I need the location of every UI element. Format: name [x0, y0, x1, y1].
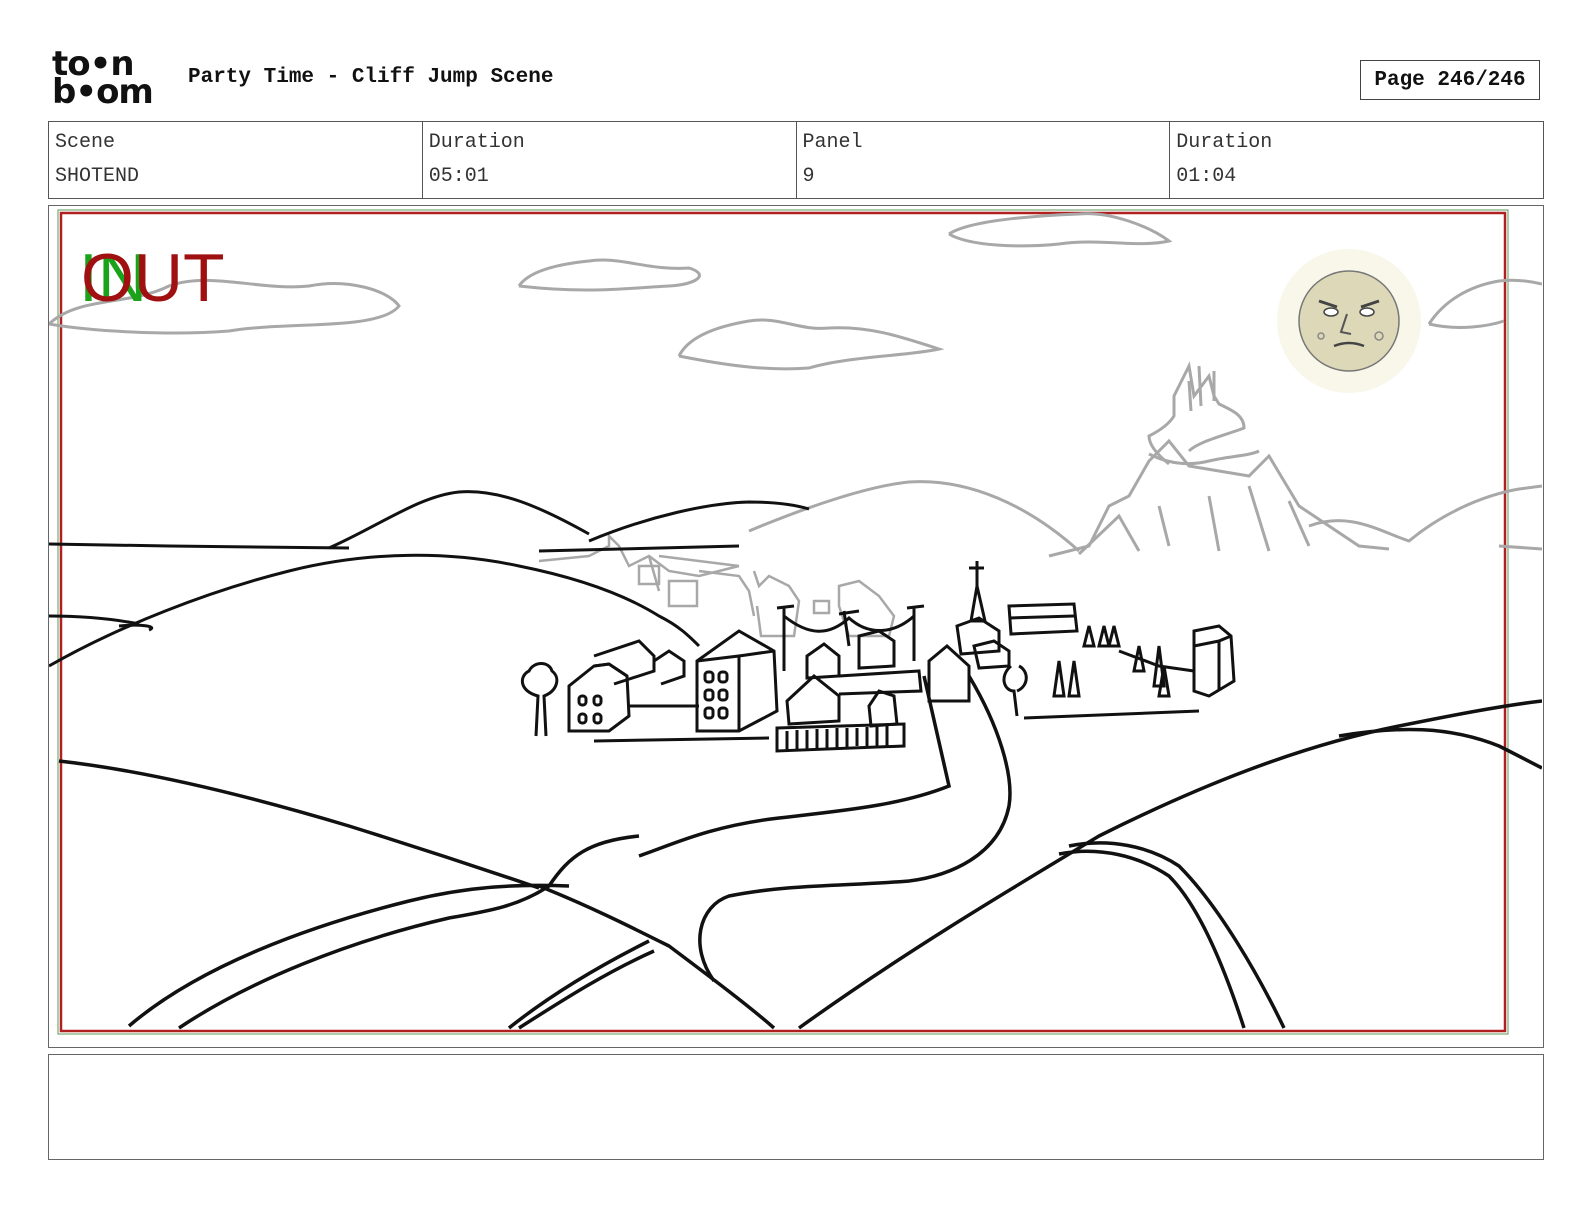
panel-cell: Panel 9	[797, 122, 1171, 198]
scene-duration-label: Duration	[428, 131, 525, 154]
foreground-hills-road	[58, 675, 1542, 1030]
storyboard-panel: IN OUT	[48, 205, 1544, 1048]
panel-notes	[48, 1054, 1544, 1160]
scene-duration-cell: Duration 05:01	[423, 122, 797, 198]
panel-duration-label: Duration	[1176, 131, 1273, 154]
out-marker: OUT	[81, 240, 225, 316]
panel-duration-value: 01:04	[1176, 165, 1237, 188]
panel-duration-cell: Duration 01:04	[1170, 122, 1543, 198]
in-out-markers: IN OUT	[79, 244, 249, 314]
hills-background	[49, 490, 810, 668]
foreground-town	[520, 561, 1236, 753]
panel-info-table: Scene SHOTEND Duration 05:01 Panel 9 Dur…	[48, 121, 1544, 199]
scene-duration-value: 05:01	[428, 165, 489, 188]
scene-cell: Scene SHOTEND	[49, 122, 423, 198]
panel-value: 9	[802, 165, 815, 188]
logo-line-2: b•om	[52, 72, 154, 112]
page-number: Page 246/246	[1360, 60, 1540, 100]
castle-mountain	[748, 361, 1542, 558]
moon-face-icon	[1277, 249, 1421, 393]
panel-label: Panel	[802, 131, 863, 154]
document-title: Party Time - Cliff Jump Scene	[188, 66, 554, 89]
panel-sketch	[49, 209, 1542, 1035]
toonboom-logo: to•n b•om	[52, 47, 164, 112]
scene-label: Scene	[55, 131, 116, 154]
scene-value: SHOTEND	[55, 165, 140, 188]
